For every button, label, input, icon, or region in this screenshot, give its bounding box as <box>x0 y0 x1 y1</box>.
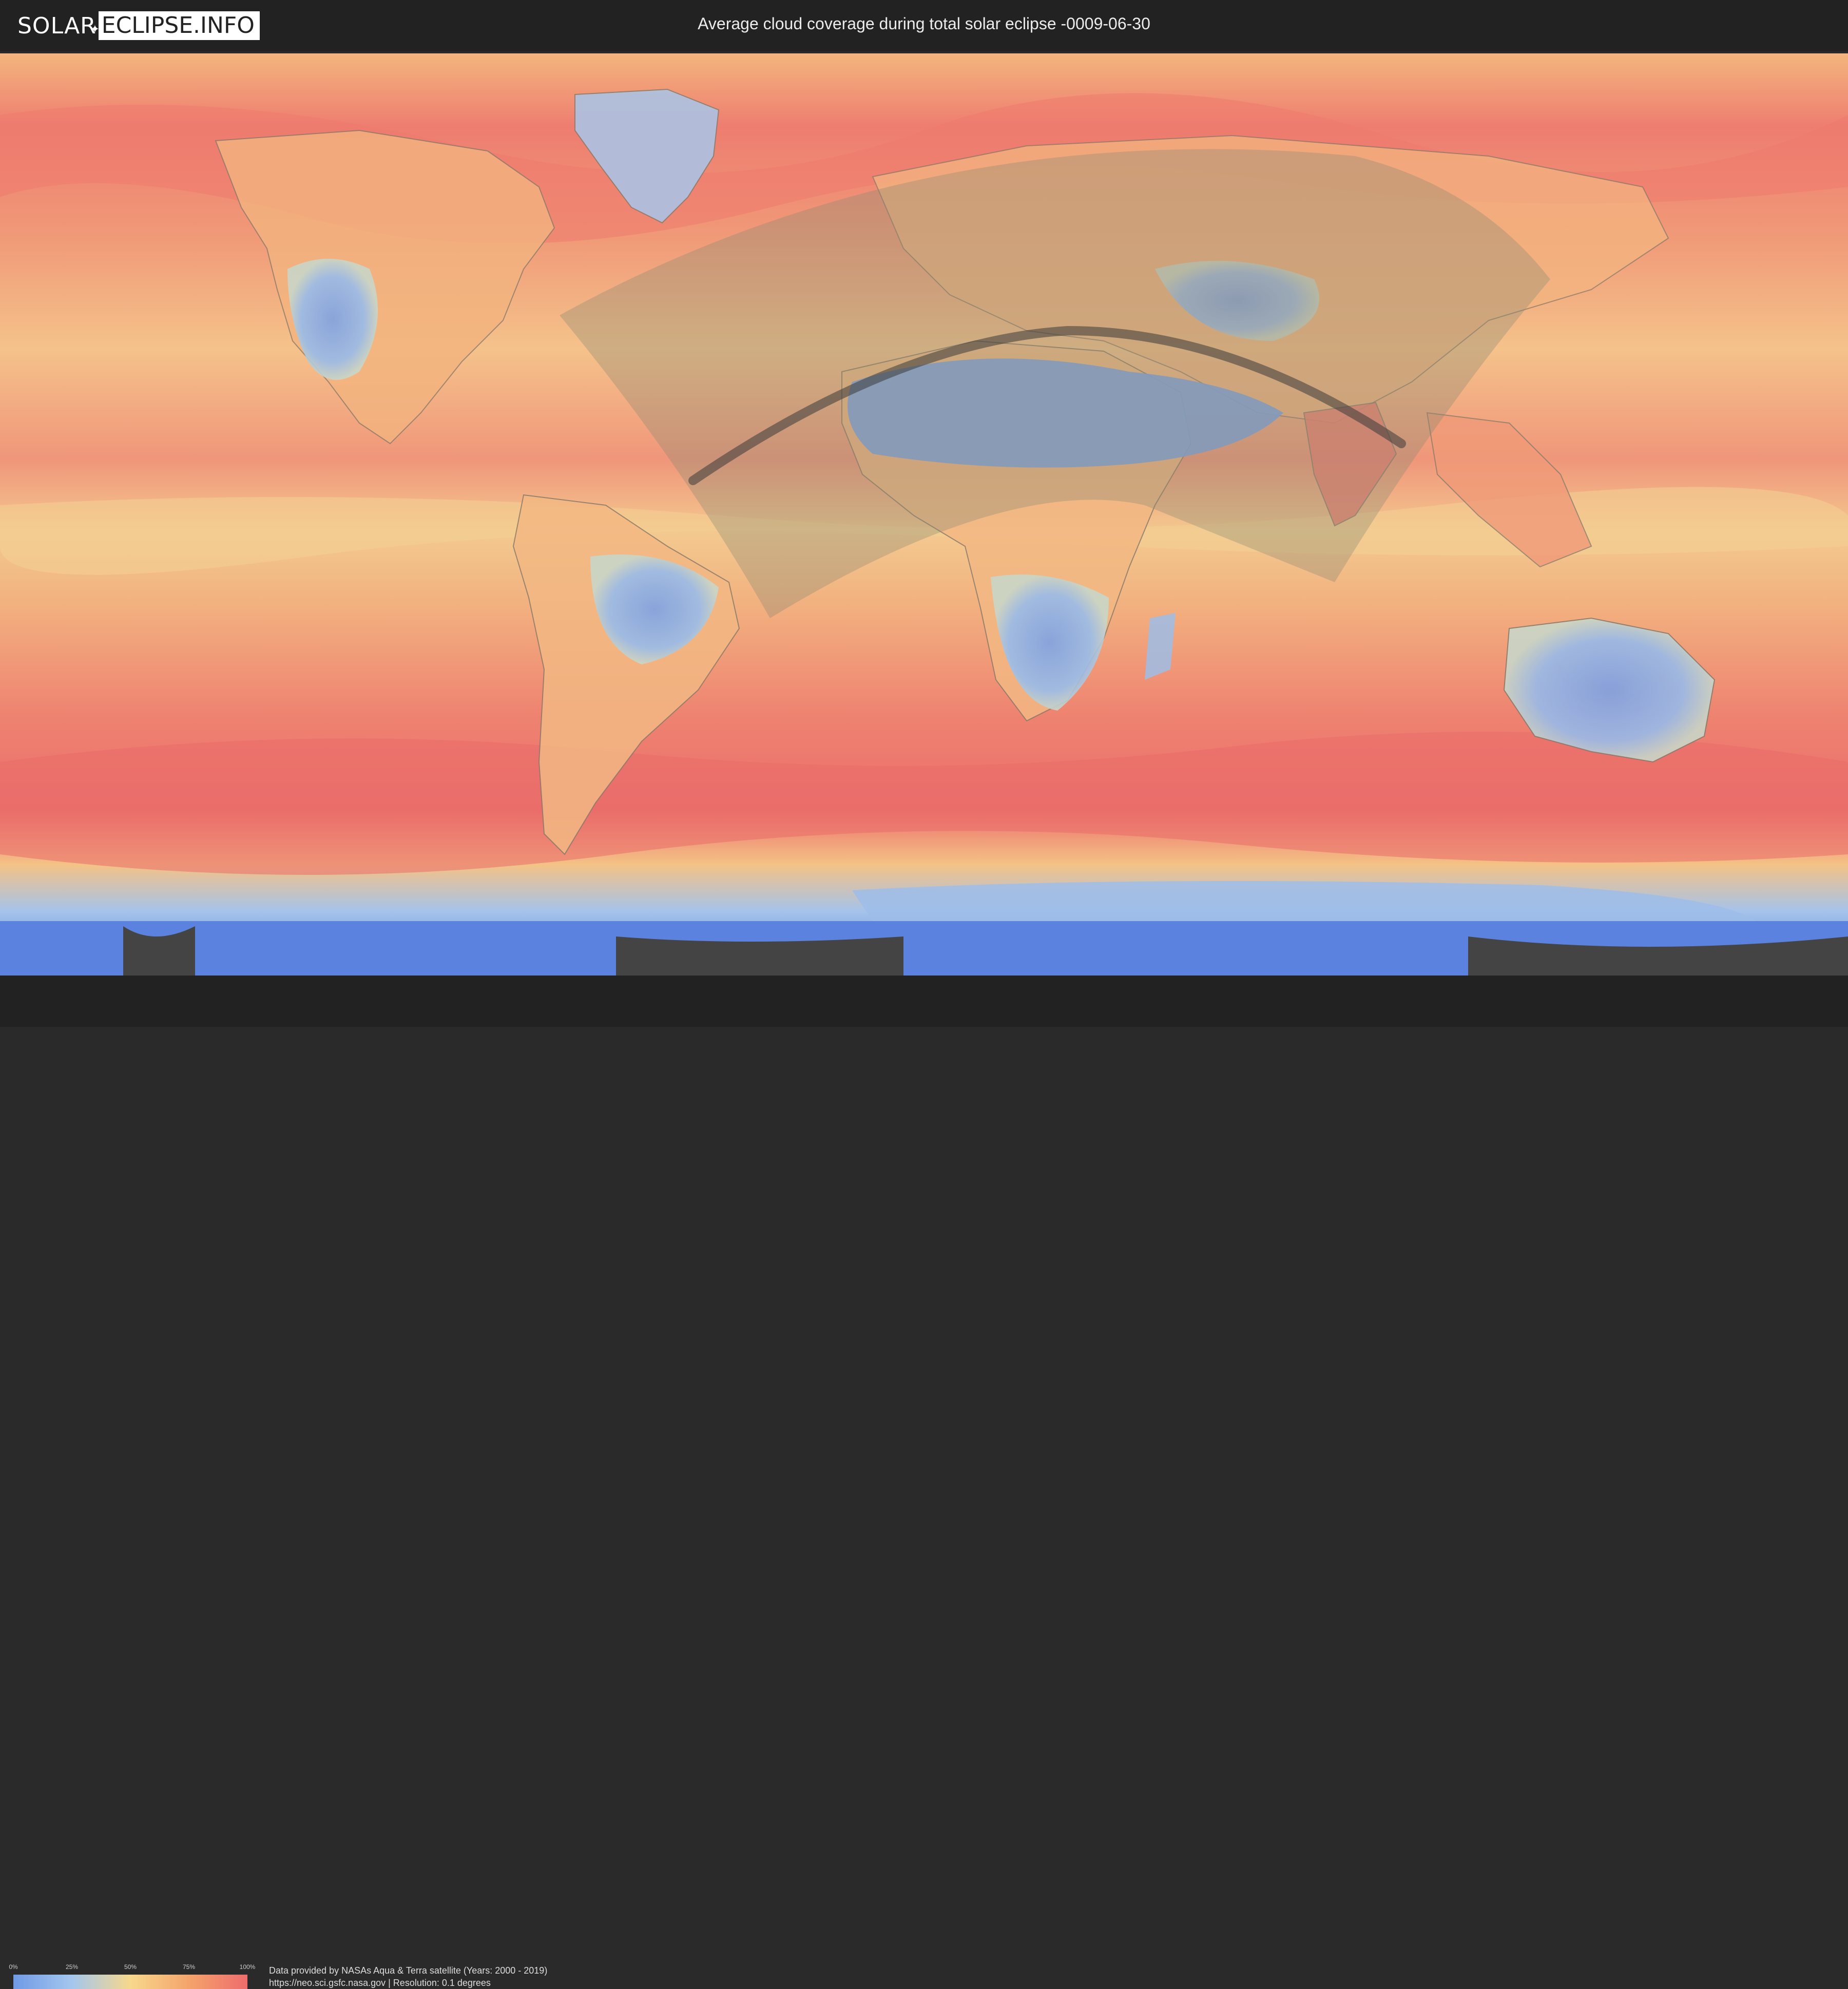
footer-bar: 0% 25% 50% 75% 100% Data provided by NAS… <box>0 976 1848 1989</box>
data-source-line[interactable]: https://neo.sci.gsfc.nasa.gov | Resoluti… <box>269 1978 491 1988</box>
data-credit-line: Data provided by NASAs Aqua & Terra sate… <box>269 1965 548 1976</box>
map-canvas <box>0 53 1848 976</box>
cloud-coverage-legend-bar <box>13 1975 247 1989</box>
legend-tick-25: 25% <box>65 1963 79 1971</box>
cloud-coverage-map <box>0 53 1848 976</box>
legend-tick-100: 100% <box>239 1963 256 1971</box>
legend-tick-labels: 0% 25% 50% 75% 100% <box>9 1963 255 1971</box>
page-title: Average cloud coverage during total sola… <box>698 14 1150 33</box>
legend-tick-0: 0% <box>9 1963 18 1971</box>
legend-tick-75: 75% <box>182 1963 196 1971</box>
legend-tick-50: 50% <box>124 1963 137 1971</box>
header-bar: SOLAR ✦ ECLIPSE.INFO Average cloud cover… <box>0 0 1848 51</box>
